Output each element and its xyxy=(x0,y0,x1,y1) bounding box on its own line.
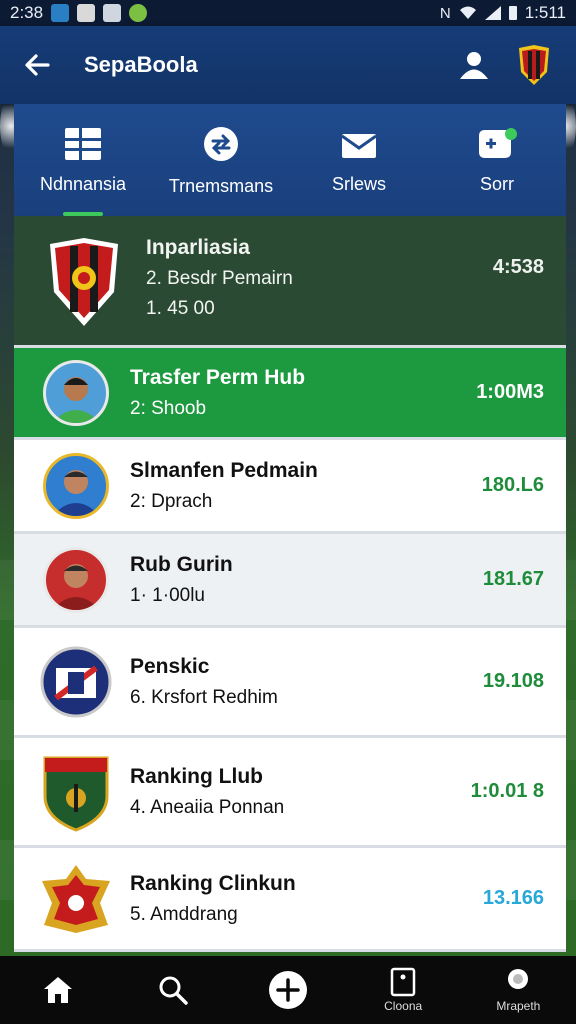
item-value: 181.67 xyxy=(482,568,544,590)
arrow-left-icon xyxy=(25,54,50,76)
status-bar: 2:38 N 1:511 xyxy=(0,0,576,26)
tab-label: Ndnnansia xyxy=(39,173,127,194)
signal-icon xyxy=(484,6,501,20)
avatar xyxy=(43,359,109,426)
profile-button[interactable] xyxy=(452,43,496,87)
item-detail: 1· 1·00lu xyxy=(130,584,205,606)
avatar xyxy=(43,546,109,613)
club-name: Inparliasia xyxy=(146,236,250,259)
nav-add[interactable] xyxy=(243,970,333,1010)
notification-image-icon xyxy=(77,4,96,22)
list-item[interactable]: Ranking Llub 4. Aneaiia Ponnan 1:0.01 8 xyxy=(14,738,566,848)
notification-shield-icon xyxy=(129,4,148,22)
item-detail: 5. Amddrang xyxy=(130,903,238,925)
item-detail: 2: Shoob xyxy=(130,397,207,419)
item-name: Trasfer Perm Hub xyxy=(130,365,306,389)
table-icon xyxy=(65,127,101,160)
nav-label: Cloona xyxy=(384,999,423,1013)
nav-profile[interactable]: Mrapeth xyxy=(473,967,563,1013)
wifi-icon xyxy=(459,6,476,19)
nfc-icon: N xyxy=(439,4,451,22)
player-portrait-icon xyxy=(52,376,100,423)
item-value: 4:538 xyxy=(492,256,544,278)
player-portrait-icon xyxy=(52,563,100,610)
club-badge xyxy=(38,236,130,328)
item-name: Penskic xyxy=(130,654,210,678)
tab-news[interactable]: Srlews xyxy=(290,104,428,216)
tab-transfers[interactable]: Trnemsmans xyxy=(152,104,290,216)
list-item[interactable]: Rub Gurin 1· 1·00lu 181.67 xyxy=(14,534,566,628)
club-crest-icon xyxy=(43,756,109,832)
nav-search[interactable] xyxy=(128,974,218,1006)
nav-label: Mrapeth xyxy=(496,999,541,1013)
club-crest-icon xyxy=(519,45,549,85)
item-value: 180.L6 xyxy=(481,474,544,496)
item-detail: 6. Krsfort Redhim xyxy=(130,686,278,708)
list-item[interactable]: Trasfer Perm Hub 2: Shoob 1:00M3 xyxy=(14,348,566,440)
notification-app-icon xyxy=(51,4,70,22)
item-name: Slmanfen Pedmain xyxy=(130,458,318,482)
nav-clipboard[interactable]: Cloona xyxy=(358,967,448,1013)
club-badge xyxy=(38,754,114,832)
status-clock: 1:511 xyxy=(524,3,566,22)
search-icon xyxy=(159,976,188,1005)
battery-icon xyxy=(508,6,517,20)
add-icon xyxy=(268,971,307,1009)
club-crest-icon xyxy=(50,238,118,326)
ranking-list: Inparliasia 2. Besdr Pemairn 1. 45 00 4:… xyxy=(14,216,566,952)
clipboard-icon xyxy=(390,967,416,997)
app-title: SepaBoola xyxy=(84,52,198,77)
club-crest-icon xyxy=(40,646,112,717)
tab-more[interactable]: Sorr xyxy=(428,104,566,216)
player-avatar xyxy=(38,542,114,618)
item-name: Ranking Llub xyxy=(130,764,263,788)
item-name: Ranking Clinkun xyxy=(130,871,296,895)
club-detail: 2. Besdr Pemairn xyxy=(146,268,293,289)
club-badge-button[interactable] xyxy=(512,43,556,87)
list-item[interactable]: Inparliasia 2. Besdr Pemairn 1. 45 00 4:… xyxy=(14,216,566,348)
mail-icon xyxy=(341,133,377,158)
item-value: 1:0.01 8 xyxy=(470,780,544,802)
notification-app-icon xyxy=(103,4,122,22)
player-avatar xyxy=(38,448,114,524)
status-time: 2:38 xyxy=(10,3,44,22)
person-icon xyxy=(460,52,488,79)
list-item[interactable]: Penskic 6. Krsfort Redhim 19.108 xyxy=(14,628,566,738)
app-bar: SepaBoola xyxy=(0,26,576,104)
avatar xyxy=(43,452,109,519)
gamepad-icon xyxy=(479,127,517,158)
club-detail: 1. 45 00 xyxy=(146,298,215,319)
nav-home[interactable] xyxy=(13,975,103,1005)
player-portrait-icon xyxy=(52,469,100,516)
tab-bar: Ndnnansia Trnemsmans Srlews Sorr xyxy=(14,104,566,216)
transfer-icon xyxy=(204,126,238,161)
item-name: Rub Gurin xyxy=(130,552,233,576)
club-badge xyxy=(38,644,114,720)
bottom-navigation: Cloona Mrapeth xyxy=(0,956,576,1024)
club-crest-icon xyxy=(42,864,110,933)
tab-label: Trnemsmans xyxy=(168,175,274,196)
item-value: 13.166 xyxy=(482,887,544,909)
item-detail: 4. Aneaiia Ponnan xyxy=(130,796,285,818)
tab-indonesia[interactable]: Ndnnansia xyxy=(14,104,152,216)
item-value: 1:00M3 xyxy=(476,381,544,403)
profile-icon xyxy=(508,969,529,989)
list-item[interactable]: Ranking Clinkun 5. Amddrang 13.166 xyxy=(14,848,566,952)
tab-label: Sorr xyxy=(479,173,514,194)
tab-label: Srlews xyxy=(331,173,386,194)
list-item[interactable]: Slmanfen Pedmain 2: Dprach 180.L6 xyxy=(14,440,566,534)
player-avatar xyxy=(38,355,114,431)
home-icon xyxy=(43,977,72,1003)
club-badge xyxy=(38,861,114,937)
item-value: 19.108 xyxy=(482,670,544,692)
item-detail: 2: Dprach xyxy=(130,490,213,512)
back-button[interactable] xyxy=(20,48,54,82)
